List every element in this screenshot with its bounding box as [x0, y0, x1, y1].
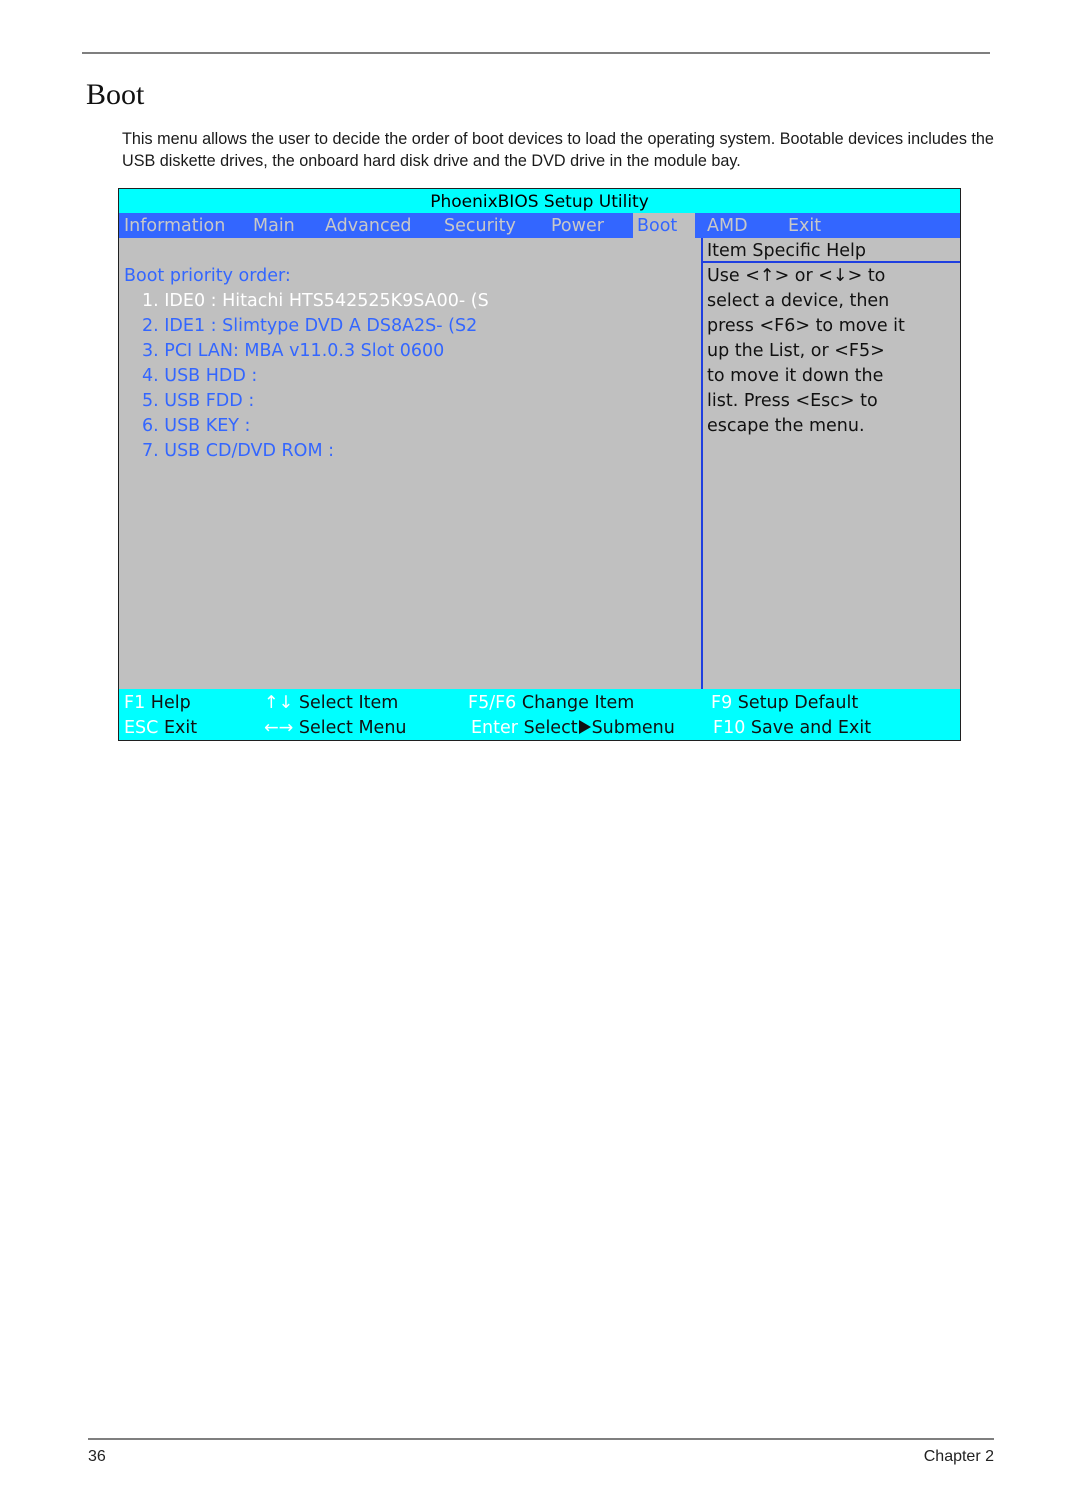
key-setup-default: F9 Setup Default: [711, 690, 858, 715]
boot-item[interactable]: 5. USB FDD :: [142, 389, 489, 414]
esc-label: Exit: [163, 718, 198, 738]
save-exit-label: Save and Exit: [750, 718, 872, 738]
tab-main[interactable]: Main: [249, 213, 299, 238]
key-select-item: ↑↓ Select Item: [264, 690, 398, 715]
boot-item[interactable]: 7. USB CD/DVD ROM :: [142, 439, 489, 464]
help-line: Use <↑> or <↓> to: [707, 266, 886, 286]
bios-screen: PhoenixBIOS Setup Utility Information Ma…: [118, 188, 961, 741]
key-change-item: F5/F6 Change Item: [468, 690, 634, 715]
boot-item[interactable]: 3. PCI LAN: MBA v11.0.3 Slot 0600: [142, 339, 489, 364]
boot-priority-list: 1. IDE0 : Hitachi HTS542525K9SA00- (S 2.…: [142, 289, 489, 464]
key-exit: ESC Exit: [124, 715, 197, 740]
key-help: F1 Help: [124, 690, 191, 715]
tab-exit[interactable]: Exit: [784, 213, 825, 238]
intro-paragraph: This menu allows the user to decide the …: [122, 130, 994, 170]
tab-security[interactable]: Security: [440, 213, 520, 238]
tab-amd[interactable]: AMD: [703, 213, 752, 238]
f9-key: F9: [711, 693, 733, 713]
f1-key: F1: [124, 693, 146, 713]
up-down-arrows-icon: ↑↓: [264, 693, 294, 713]
help-line: escape the menu.: [707, 416, 865, 436]
bios-menu-bar: Information Main Advanced Security Power…: [119, 213, 960, 238]
submenu-label: Submenu: [591, 718, 675, 738]
boot-item[interactable]: 1. IDE0 : Hitachi HTS542525K9SA00- (S: [142, 289, 489, 314]
boot-priority-heading: Boot priority order:: [124, 266, 291, 286]
tab-boot[interactable]: Boot: [633, 213, 696, 238]
enter-key: Enter: [471, 718, 518, 738]
help-panel-header: Item Specific Help: [701, 238, 960, 263]
select-menu-label: Select Menu: [298, 718, 407, 738]
help-panel-divider: [701, 263, 703, 689]
play-triangle-icon: [578, 720, 591, 734]
header-rule: [82, 52, 990, 54]
key-select-submenu: Enter Select Submenu: [471, 715, 675, 740]
f5-f6-key: F5/F6: [468, 693, 517, 713]
bios-key-legend: F1 Help ↑↓ Select Item F5/F6 Change Item…: [119, 689, 960, 740]
tab-power[interactable]: Power: [547, 213, 608, 238]
tab-information[interactable]: Information: [120, 213, 229, 238]
bios-title: PhoenixBIOS Setup Utility: [119, 189, 960, 213]
page-title: Boot: [86, 78, 145, 111]
key-select-menu: ←→ Select Menu: [264, 715, 407, 740]
select-item-label: Select Item: [298, 693, 399, 713]
esc-key: ESC: [124, 718, 159, 738]
tab-advanced[interactable]: Advanced: [321, 213, 415, 238]
boot-item[interactable]: 6. USB KEY :: [142, 414, 489, 439]
help-line: up the List, or <F5>: [707, 341, 885, 361]
f10-key: F10: [713, 718, 746, 738]
help-panel-text: Use <↑> or <↓> to select a device, then …: [707, 264, 957, 439]
footer-rule: [88, 1438, 994, 1440]
key-save-exit: F10 Save and Exit: [713, 715, 871, 740]
help-line: press <F6> to move it: [707, 316, 905, 336]
help-line: to move it down the: [707, 366, 884, 386]
boot-item[interactable]: 2. IDE1 : Slimtype DVD A DS8A2S- (S2: [142, 314, 489, 339]
chapter-label: Chapter 2: [923, 1448, 994, 1465]
setup-default-label: Setup Default: [737, 693, 859, 713]
page-number: 36: [88, 1448, 106, 1465]
help-line: list. Press <Esc> to: [707, 391, 878, 411]
select-label: Select: [523, 718, 578, 738]
change-item-label: Change Item: [521, 693, 635, 713]
left-right-arrows-icon: ←→: [264, 718, 294, 738]
f1-label: Help: [150, 693, 191, 713]
help-line: select a device, then: [707, 291, 890, 311]
boot-item[interactable]: 4. USB HDD :: [142, 364, 489, 389]
